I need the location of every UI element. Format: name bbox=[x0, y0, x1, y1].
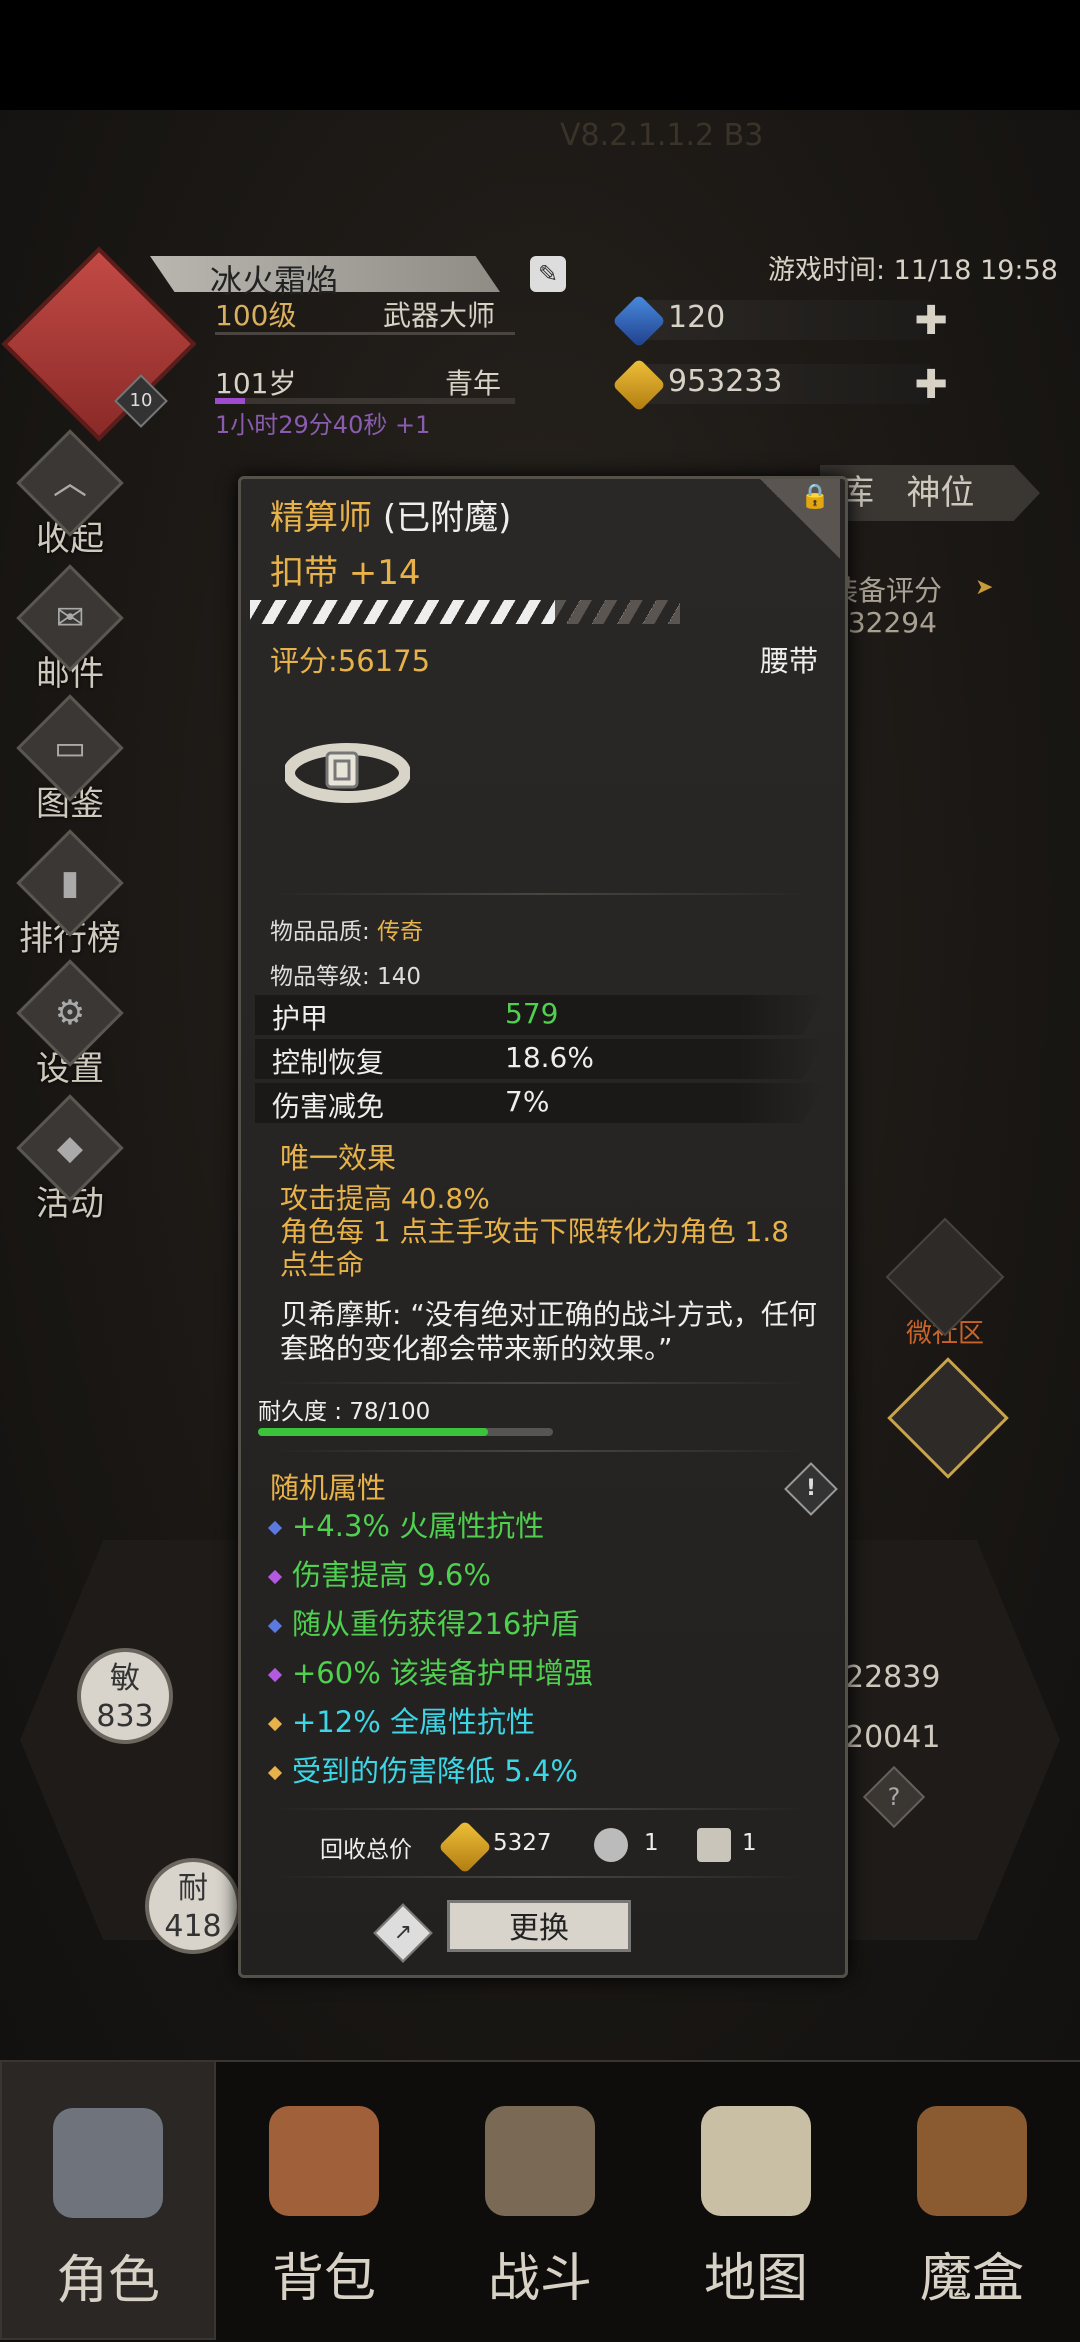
nav-label: 角色 bbox=[55, 2251, 160, 2311]
divider bbox=[270, 1876, 810, 1878]
endurance-stat[interactable]: 耐 418 bbox=[145, 1858, 241, 1954]
add-gems-button[interactable]: ✚ bbox=[914, 301, 948, 341]
bullet-icon bbox=[267, 1520, 283, 1536]
status-bar bbox=[0, 0, 1080, 110]
player-level: 100级 bbox=[215, 299, 297, 332]
swap-button[interactable]: 更换 bbox=[447, 1900, 631, 1952]
random-attr: 随从重伤获得216护盾 bbox=[267, 1601, 579, 1643]
player-stage: 青年 bbox=[445, 367, 502, 400]
sword-shield-icon bbox=[485, 2106, 595, 2216]
side-item-mail[interactable]: ✉ 邮件 bbox=[10, 564, 130, 695]
unique-effect-header: 唯一效果 bbox=[280, 1141, 397, 1175]
gold-count: 953233 bbox=[668, 364, 783, 399]
player-title: 武器大师 bbox=[383, 299, 496, 332]
bullet-icon bbox=[267, 1667, 283, 1683]
nav-label: 地图 bbox=[703, 2249, 808, 2309]
divider bbox=[270, 1450, 810, 1452]
bullet-icon bbox=[267, 1716, 283, 1732]
recycle-label: 回收总价 bbox=[320, 1837, 412, 1863]
divider bbox=[270, 1808, 810, 1810]
durability-label: 耐久度 : 78/100 bbox=[258, 1399, 431, 1425]
item-quality: 物品品质: 传奇 bbox=[270, 919, 424, 945]
gem-count: 120 bbox=[668, 300, 726, 335]
side-item-settings[interactable]: ⚙ 设置 bbox=[10, 959, 130, 1090]
helmet-icon bbox=[53, 2108, 163, 2218]
item-score: 评分:56175 bbox=[270, 644, 431, 678]
unique-effect-text: 攻击提高 40.8% 角色每 1 点主手攻击下限转化为角色 1.8 点生命 bbox=[280, 1182, 790, 1281]
random-attr: 受到的伤害降低 5.4% bbox=[267, 1748, 578, 1790]
crystal-icon bbox=[697, 1828, 731, 1862]
age-progress-fill bbox=[215, 398, 245, 404]
stat-value: 7% bbox=[505, 1085, 550, 1118]
bullet-icon bbox=[267, 1618, 283, 1634]
arrow-icon: ➤ bbox=[975, 575, 994, 600]
tab-storage[interactable]: 库 神位 bbox=[820, 465, 1040, 521]
recycle-mat2: 1 bbox=[742, 1830, 757, 1856]
nav-backpack[interactable]: 背包 bbox=[216, 2060, 432, 2340]
nav-label: 背包 bbox=[271, 2249, 376, 2309]
divider bbox=[270, 1382, 810, 1384]
version-text: V8.2.1.1.2 B3 bbox=[560, 118, 764, 153]
magic-box-icon bbox=[917, 2106, 1027, 2216]
map-scroll-icon bbox=[701, 2106, 811, 2216]
agility-stat[interactable]: 敏 833 bbox=[77, 1648, 173, 1744]
stat-name: 护甲 bbox=[272, 1002, 329, 1035]
recycle-gold: 5327 bbox=[493, 1830, 552, 1856]
right-stat-2: 20041 bbox=[845, 1720, 941, 1755]
stat-name: 控制恢复 bbox=[272, 1046, 385, 1079]
durability-fill bbox=[258, 1428, 488, 1436]
divider bbox=[215, 332, 515, 335]
backpack-icon bbox=[269, 2106, 379, 2216]
random-attr: +12% 全属性抗性 bbox=[267, 1699, 535, 1741]
player-age: 101岁 bbox=[215, 367, 297, 400]
nav-label: 战斗 bbox=[487, 2249, 592, 2309]
age-progress-bar bbox=[215, 398, 515, 404]
side-item-book[interactable]: ▭ 图鉴 bbox=[10, 694, 130, 825]
material-icon bbox=[594, 1828, 628, 1862]
random-attr: +4.3% 火属性抗性 bbox=[267, 1503, 544, 1545]
add-gold-button[interactable]: ✚ bbox=[914, 365, 948, 405]
bullet-icon bbox=[267, 1569, 283, 1585]
nav-character[interactable]: 角色 bbox=[0, 2060, 216, 2340]
game-time: 游戏时间: 11/18 19:58 bbox=[768, 255, 1058, 286]
nav-label: 魔盒 bbox=[919, 2249, 1024, 2309]
stat-value: 18.6% bbox=[505, 1041, 594, 1074]
belt-icon bbox=[285, 743, 410, 803]
edit-name-button[interactable]: ✎ bbox=[530, 256, 566, 292]
random-attrs-header: 随机属性 bbox=[270, 1471, 387, 1505]
item-name: 精算师 (已附魔) bbox=[270, 498, 512, 538]
right-stat-1: 22839 bbox=[845, 1660, 941, 1695]
enhance-progress-empty bbox=[555, 600, 680, 624]
side-item-collapse[interactable]: ︿ 收起 bbox=[10, 429, 130, 560]
timer-text: 1小时29分40秒 +1 bbox=[215, 411, 431, 439]
stat-value: 579 bbox=[505, 997, 559, 1030]
random-attr: +60% 该装备护甲增强 bbox=[267, 1650, 593, 1692]
item-lore: 贝希摩斯: “没有绝对正确的战斗方式，任何套路的变化都会带来新的效果。” bbox=[280, 1298, 817, 1365]
share-icon: ↗ bbox=[393, 1920, 413, 1945]
edit-icon: ✎ bbox=[537, 260, 559, 288]
recycle-mat1: 1 bbox=[644, 1830, 659, 1856]
divider bbox=[270, 893, 810, 895]
stat-name: 伤害减免 bbox=[272, 1090, 385, 1123]
item-level: 物品等级: 140 bbox=[270, 964, 421, 990]
nav-magic-box[interactable]: 魔盒 bbox=[864, 2060, 1080, 2340]
side-item-ranking[interactable]: ▮ 排行榜 bbox=[10, 829, 130, 960]
item-slot: 腰带 bbox=[760, 644, 819, 678]
random-attr: 伤害提高 9.6% bbox=[267, 1552, 491, 1594]
nav-battle[interactable]: 战斗 bbox=[432, 2060, 648, 2340]
side-item-event[interactable]: ◆ 活动 bbox=[10, 1094, 130, 1225]
community-button[interactable]: 微社区 bbox=[885, 1217, 1005, 1350]
bullet-icon bbox=[267, 1765, 283, 1781]
item-type: 扣带 +14 bbox=[270, 553, 421, 593]
lock-icon[interactable]: 🔒 bbox=[800, 482, 830, 510]
nav-map[interactable]: 地图 bbox=[648, 2060, 864, 2340]
